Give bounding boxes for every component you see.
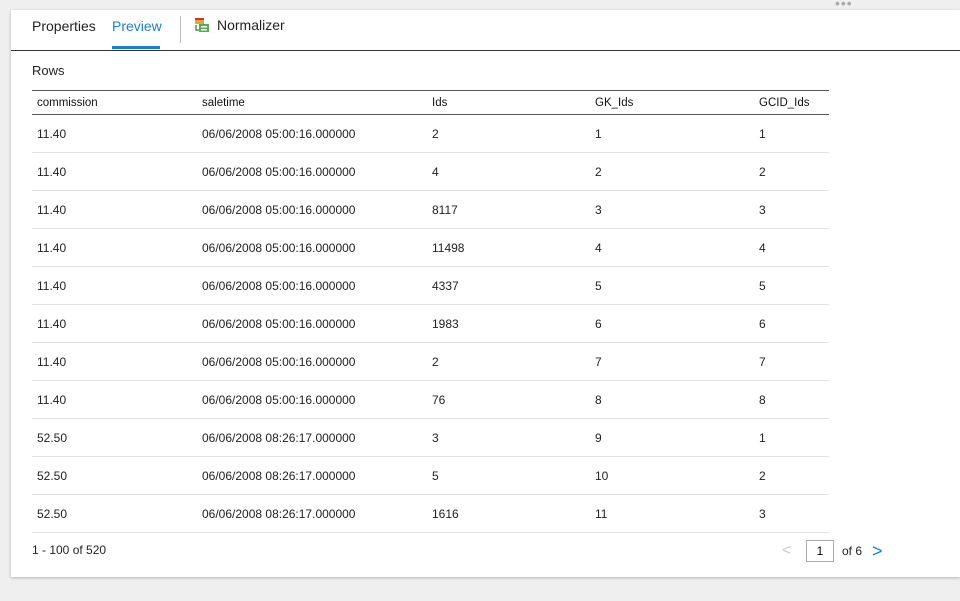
ids-cell: 4	[427, 152, 590, 191]
section-title: Rows	[32, 63, 65, 78]
table-row[interactable]: 52.50 06/06/2008 08:26:17.000000 1616 11 3	[32, 494, 829, 533]
object-title: Normalizer	[194, 17, 285, 33]
gk-ids-cell: 6	[590, 304, 754, 343]
saletime-cell: 06/06/2008 08:26:17.000000	[197, 494, 427, 533]
next-page-button[interactable]: >	[872, 541, 883, 562]
commission-cell: 11.40	[32, 304, 197, 343]
table-header-row: commission saletime Ids GK_Ids GCID_Ids	[32, 90, 829, 115]
gcid-ids-cell: 3	[754, 494, 829, 533]
column-header-gk-ids[interactable]: GK_Ids	[590, 90, 754, 115]
active-tab-indicator	[112, 46, 160, 49]
gcid-ids-cell: 1	[754, 114, 829, 153]
gk-ids-cell: 11	[590, 494, 754, 533]
saletime-cell: 06/06/2008 08:26:17.000000	[197, 418, 427, 457]
tab-bar: Properties Preview Normalizer	[11, 10, 960, 51]
commission-cell: 11.40	[32, 190, 197, 229]
column-header-commission[interactable]: commission	[32, 90, 197, 115]
gcid-ids-cell: 7	[754, 342, 829, 381]
ids-cell: 76	[427, 380, 590, 419]
ids-cell: 5	[427, 456, 590, 495]
tab-preview[interactable]: Preview	[112, 18, 162, 34]
table-row[interactable]: 11.40 06/06/2008 05:00:16.000000 1983 6 6	[32, 304, 829, 343]
gk-ids-cell: 8	[590, 380, 754, 419]
commission-cell: 11.40	[32, 342, 197, 381]
saletime-cell: 06/06/2008 05:00:16.000000	[197, 342, 427, 381]
gcid-ids-cell: 8	[754, 380, 829, 419]
tab-separator	[180, 16, 181, 43]
table-row[interactable]: 11.40 06/06/2008 05:00:16.000000 11498 4 4	[32, 228, 829, 267]
gcid-ids-cell: 6	[754, 304, 829, 343]
gcid-ids-cell: 5	[754, 266, 829, 305]
saletime-cell: 06/06/2008 05:00:16.000000	[197, 114, 427, 153]
saletime-cell: 06/06/2008 05:00:16.000000	[197, 152, 427, 191]
saletime-cell: 06/06/2008 05:00:16.000000	[197, 228, 427, 267]
gk-ids-cell: 3	[590, 190, 754, 229]
preview-table: commission saletime Ids GK_Ids GCID_Ids …	[32, 90, 829, 533]
commission-cell: 11.40	[32, 380, 197, 419]
ids-cell: 4337	[427, 266, 590, 305]
table-row[interactable]: 11.40 06/06/2008 05:00:16.000000 76 8 8	[32, 380, 829, 419]
gk-ids-cell: 10	[590, 456, 754, 495]
table-row[interactable]: 52.50 06/06/2008 08:26:17.000000 3 9 1	[32, 418, 829, 457]
gk-ids-cell: 2	[590, 152, 754, 191]
saletime-cell: 06/06/2008 05:00:16.000000	[197, 266, 427, 305]
table-row[interactable]: 11.40 06/06/2008 05:00:16.000000 4337 5 5	[32, 266, 829, 305]
commission-cell: 11.40	[32, 266, 197, 305]
total-pages: of 6	[842, 544, 863, 558]
ids-cell: 1616	[427, 494, 590, 533]
commission-cell: 11.40	[32, 114, 197, 153]
preview-panel: Properties Preview Normalizer Rows commi…	[11, 10, 960, 577]
gk-ids-cell: 7	[590, 342, 754, 381]
table-row[interactable]: 52.50 06/06/2008 08:26:17.000000 5 10 2	[32, 456, 829, 495]
table-row[interactable]: 11.40 06/06/2008 05:00:16.000000 4 2 2	[32, 152, 829, 191]
gcid-ids-cell: 3	[754, 190, 829, 229]
column-header-gcid-ids[interactable]: GCID_Ids	[754, 90, 829, 115]
normalizer-transformation-icon	[194, 17, 210, 33]
saletime-cell: 06/06/2008 05:00:16.000000	[197, 190, 427, 229]
gk-ids-cell: 1	[590, 114, 754, 153]
table-body: 11.40 06/06/2008 05:00:16.000000 2 1 1 11.40 0…	[32, 114, 829, 533]
saletime-cell: 06/06/2008 08:26:17.000000	[197, 456, 427, 495]
page-number-input[interactable]	[806, 540, 834, 562]
table-row[interactable]: 11.40 06/06/2008 05:00:16.000000 2 1 1	[32, 114, 829, 153]
ids-cell: 2	[427, 342, 590, 381]
column-header-ids[interactable]: Ids	[427, 90, 590, 115]
column-header-saletime[interactable]: saletime	[197, 90, 427, 115]
table-row[interactable]: 11.40 06/06/2008 05:00:16.000000 2 7 7	[32, 342, 829, 381]
record-range: 1 - 100 of 520	[32, 543, 107, 557]
gcid-ids-cell: 2	[754, 456, 829, 495]
commission-cell: 52.50	[32, 418, 197, 457]
pagination: < of 6 >	[782, 540, 883, 562]
gcid-ids-cell: 2	[754, 152, 829, 191]
ids-cell: 11498	[427, 228, 590, 267]
commission-cell: 11.40	[32, 152, 197, 191]
commission-cell: 11.40	[32, 228, 197, 267]
previous-page-button[interactable]: <	[782, 542, 806, 560]
commission-cell: 52.50	[32, 494, 197, 533]
ids-cell: 3	[427, 418, 590, 457]
ids-cell: 8117	[427, 190, 590, 229]
saletime-cell: 06/06/2008 05:00:16.000000	[197, 304, 427, 343]
gk-ids-cell: 5	[590, 266, 754, 305]
gk-ids-cell: 4	[590, 228, 754, 267]
tab-properties[interactable]: Properties	[32, 18, 96, 34]
ids-cell: 1983	[427, 304, 590, 343]
gcid-ids-cell: 4	[754, 228, 829, 267]
saletime-cell: 06/06/2008 05:00:16.000000	[197, 380, 427, 419]
table-row[interactable]: 11.40 06/06/2008 05:00:16.000000 8117 3 3	[32, 190, 829, 229]
object-name: Normalizer	[217, 17, 285, 33]
commission-cell: 52.50	[32, 456, 197, 495]
more-options-icon[interactable]: •••	[835, 0, 853, 10]
gcid-ids-cell: 1	[754, 418, 829, 457]
gk-ids-cell: 9	[590, 418, 754, 457]
ids-cell: 2	[427, 114, 590, 153]
